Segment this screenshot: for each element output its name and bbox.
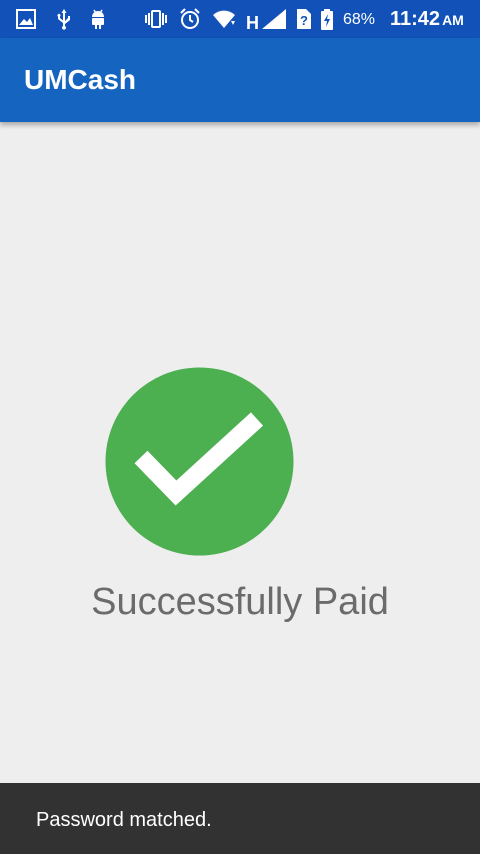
sim-unknown-icon: ? xyxy=(297,9,311,29)
snackbar-message: Password matched. xyxy=(36,809,212,831)
checkmark-circle-icon xyxy=(105,367,294,556)
alarm-icon xyxy=(180,8,200,29)
clock: 11:42 AM xyxy=(390,7,464,32)
gallery-icon xyxy=(16,9,36,29)
app-bar: UMCash xyxy=(0,38,480,122)
wifi-icon xyxy=(213,10,235,28)
svg-text:H: H xyxy=(246,13,259,31)
svg-text:?: ? xyxy=(300,13,308,28)
battery-charging-icon xyxy=(321,9,333,30)
app-title: UMCash xyxy=(24,64,137,95)
snackbar: Password matched. xyxy=(0,783,480,854)
clock-time: 11:42 xyxy=(390,8,441,30)
android-debug-icon xyxy=(92,9,104,29)
usb-icon xyxy=(57,9,70,30)
payment-status-message: Successfully Paid xyxy=(91,581,389,623)
signal-h-icon: H xyxy=(246,9,286,31)
status-bar: H ? 68% 11:42 AM xyxy=(0,0,480,38)
clock-ampm: AM xyxy=(442,12,464,28)
battery-percent: 68% xyxy=(343,11,376,28)
vibrate-icon xyxy=(145,10,167,28)
